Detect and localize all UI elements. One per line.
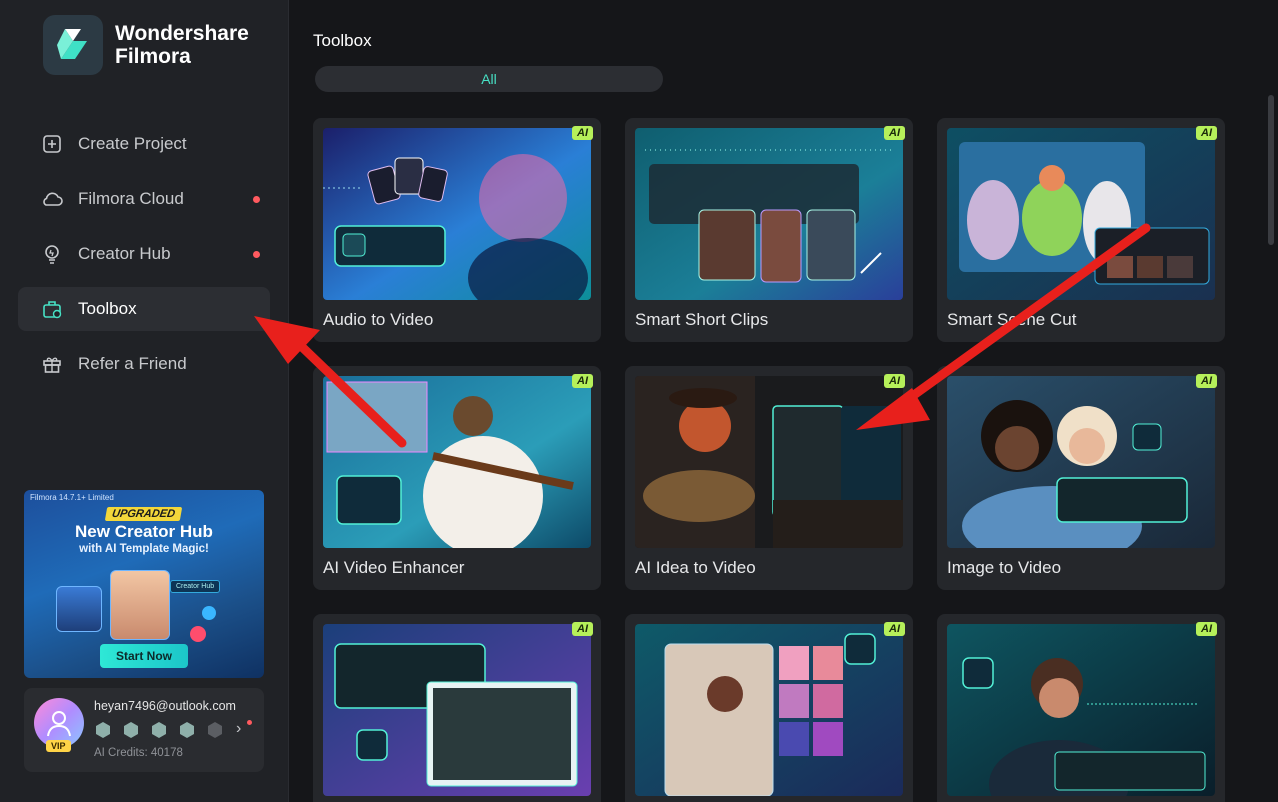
- tool-card-ai-video-enhancer[interactable]: AI AI Video Enhancer: [313, 366, 601, 590]
- tool-card-audio-to-video[interactable]: AI Audio to Video: [313, 118, 601, 342]
- vip-badge: VIP: [46, 740, 71, 752]
- tool-thumbnail: [323, 128, 591, 300]
- brand: Wondershare Filmora: [43, 15, 249, 75]
- promo-tag: UPGRADED: [104, 507, 183, 521]
- notification-dot: [253, 196, 260, 203]
- tool-label: AI Video Enhancer: [323, 558, 465, 577]
- badge-icon: [124, 722, 138, 738]
- tool-label: Smart Scene Cut: [947, 310, 1077, 329]
- ai-badge: AI: [572, 374, 593, 388]
- plus-square-icon: [40, 132, 64, 156]
- heart-icon: [190, 626, 206, 642]
- chevron-right-icon[interactable]: ›: [236, 720, 241, 738]
- tool-card[interactable]: AI: [625, 614, 913, 802]
- badge-icon: [208, 722, 222, 738]
- account-panel[interactable]: VIP heyan7496@outlook.com › AI Credits: …: [24, 688, 264, 772]
- promo-subline: with AI Template Magic!: [79, 543, 209, 555]
- sidebar-item-label: Refer a Friend: [78, 354, 187, 373]
- account-email: heyan7496@outlook.com: [94, 699, 236, 713]
- tool-thumbnail: [323, 624, 591, 796]
- sidebar-nav: Create Project Filmora Cloud Creator Hub: [18, 122, 270, 397]
- brand-line2: Filmora: [115, 45, 191, 68]
- tool-card[interactable]: AI: [937, 614, 1225, 802]
- ai-badge: AI: [572, 622, 593, 636]
- tool-label: Smart Short Clips: [635, 310, 769, 329]
- tool-thumbnail: [947, 624, 1215, 796]
- tool-thumbnail: [947, 128, 1215, 300]
- badge-icon: [152, 722, 166, 738]
- bulb-icon: [40, 242, 64, 266]
- tool-thumbnail: [635, 128, 903, 300]
- tool-card-smart-scene-cut[interactable]: AI Smart Scene Cut: [937, 118, 1225, 342]
- ai-badge: AI: [884, 126, 905, 140]
- tool-label: Image to Video: [947, 558, 1062, 577]
- tool-card-image-to-video[interactable]: AI Image to Video: [937, 366, 1225, 590]
- promo-headline: New Creator Hub: [75, 522, 213, 541]
- category-tabs: All: [315, 66, 663, 92]
- sidebar-item-creator-hub[interactable]: Creator Hub: [18, 232, 270, 276]
- promo-version: Filmora 14.7.1+ Limited: [30, 493, 114, 502]
- sidebar-item-label: Create Project: [78, 134, 187, 153]
- notification-dot: [253, 251, 260, 258]
- scrollbar[interactable]: [1268, 95, 1274, 245]
- sidebar-item-create-project[interactable]: Create Project: [18, 122, 270, 166]
- promo-chip: Creator Hub: [170, 580, 221, 593]
- sidebar-item-filmora-cloud[interactable]: Filmora Cloud: [18, 177, 270, 221]
- ai-badge: AI: [884, 374, 905, 388]
- badge-icon: [180, 722, 194, 738]
- ai-badge: AI: [1196, 126, 1217, 140]
- cloud-icon: [40, 187, 64, 211]
- promo-thumb: [56, 586, 102, 632]
- sidebar: Wondershare Filmora Create Project Filmo…: [0, 0, 289, 802]
- badge-icon: [96, 722, 110, 738]
- tool-card[interactable]: AI: [313, 614, 601, 802]
- tool-card-smart-short-clips[interactable]: AI Smart Short Clips: [625, 118, 913, 342]
- promo-banner[interactable]: Filmora 14.7.1+ Limited UPGRADED New Cre…: [24, 490, 264, 678]
- toolbox-icon: [40, 297, 64, 321]
- sidebar-item-label: Toolbox: [78, 299, 137, 318]
- tool-card-ai-idea-to-video[interactable]: AI AI Idea to Video: [625, 366, 913, 590]
- tool-thumbnail: [635, 376, 903, 548]
- ai-credits: AI Credits: 40178: [94, 747, 183, 759]
- page-title: Toolbox: [313, 31, 372, 50]
- achievement-badges: [94, 721, 224, 739]
- brand-line1: Wondershare: [115, 22, 249, 45]
- tool-thumbnail: [323, 376, 591, 548]
- filmora-logo: [43, 15, 103, 75]
- sidebar-item-label: Creator Hub: [78, 244, 171, 263]
- toolbox-panel: Toolbox All AI Audio to Video AI Smart S…: [289, 0, 1278, 802]
- tool-thumbnail: [635, 624, 903, 796]
- tool-label: AI Idea to Video: [635, 558, 756, 577]
- app-window: Wondershare Filmora Create Project Filmo…: [0, 0, 1278, 802]
- sidebar-item-refer-a-friend[interactable]: Refer a Friend: [18, 342, 270, 386]
- promo-portrait: [110, 570, 170, 640]
- tool-thumbnail: [947, 376, 1215, 548]
- tool-label: Audio to Video: [323, 310, 434, 329]
- ai-badge: AI: [1196, 374, 1217, 388]
- ai-badge: AI: [1196, 622, 1217, 636]
- start-now-button[interactable]: Start Now: [100, 644, 188, 668]
- gift-icon: [40, 352, 64, 376]
- tab-all[interactable]: All: [315, 66, 663, 92]
- notification-dot: [247, 720, 252, 725]
- ai-badge: AI: [884, 622, 905, 636]
- sidebar-item-label: Filmora Cloud: [78, 189, 184, 208]
- ai-badge: AI: [572, 126, 593, 140]
- star-icon: [202, 606, 216, 620]
- sidebar-item-toolbox[interactable]: Toolbox: [18, 287, 270, 331]
